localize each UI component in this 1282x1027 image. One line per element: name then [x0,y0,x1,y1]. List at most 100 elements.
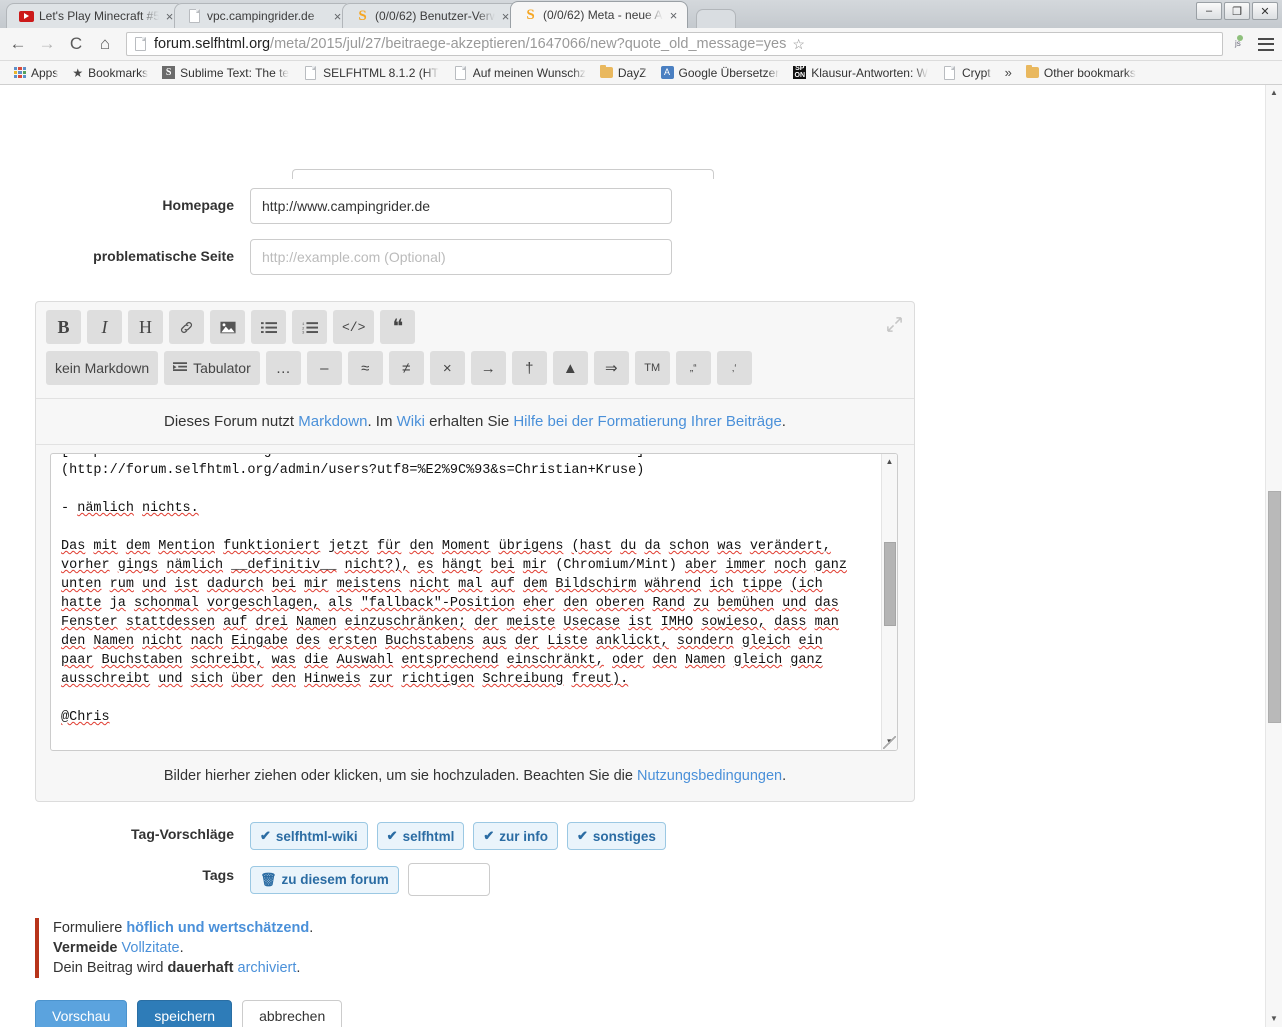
problem-page-input[interactable] [250,239,672,275]
tag-suggestion-sonstiges[interactable]: ✔ sonstiges [567,822,666,850]
times-button[interactable]: × [429,351,465,385]
scroll-up-icon[interactable]: ▲ [882,454,897,470]
bookmark-dayz[interactable]: DayZ [594,64,653,82]
bookmark-other-bookmarks[interactable]: Other bookmarks [1020,64,1142,82]
forward-arrow-icon[interactable]: → [37,34,57,54]
bookmark-google-translate[interactable]: A Google Übersetzer [655,64,786,82]
spellcheck-word: nach [190,634,224,649]
check-icon: ✔ [386,828,398,843]
browser-window: Let's Play Minecraft #50( × vpc.campingr… [0,0,1282,85]
singlequotes-button[interactable]: ‚‘ [716,351,752,385]
spellcheck-word: schreibt, [190,653,264,668]
notice-line3-link[interactable]: archiviert [234,960,297,976]
spellcheck-word: ganz [790,653,823,668]
reload-icon[interactable]: C [66,34,86,54]
tabulator-button[interactable]: Tabulator [164,351,260,385]
tag-suggestion-selfhtml-wiki[interactable]: ✔ selfhtml-wiki [250,822,368,850]
bookmark-crypt[interactable]: Crypt [936,63,997,82]
spellcheck-word: ich [709,577,734,592]
triangle-button[interactable]: ▲ [552,351,588,385]
post-textarea[interactable]: [http://forum.selfhtml.org/admin/users?u… [50,453,898,751]
doublequotes-button[interactable]: „“ [675,351,711,385]
bookmark-selfhtml[interactable]: SELFHTML 8.1.2 (HT [297,63,445,82]
close-icon[interactable]: × [668,8,679,23]
tag-input[interactable] [407,863,490,896]
home-icon[interactable]: ⌂ [95,34,115,54]
post-textarea-content: [http://forum.selfhtml.org/admin/users?u… [61,454,848,725]
code-button[interactable]: </> [333,310,375,344]
upload-note[interactable]: Bilder hierher ziehen oder klicken, um s… [36,751,914,801]
link-icon[interactable] [169,310,204,344]
textarea-scroll-thumb[interactable] [884,542,896,626]
bookmarks-overflow-icon[interactable]: » [999,65,1018,80]
ellipsis-button[interactable]: … [265,351,301,385]
folder-icon [599,65,613,78]
scroll-up-icon[interactable]: ▲ [1266,85,1282,101]
markdown-note: Dieses Forum nutzt Markdown. Im Wiki erh… [36,398,914,445]
browser-menu-icon[interactable] [1258,37,1274,51]
bold-button[interactable]: B [46,310,81,344]
expand-editor-icon[interactable] [884,314,904,334]
bookmark-star-icon[interactable]: ☆ [792,36,805,53]
bookmark-bookmarks[interactable]: ★ Bookmarks [66,64,154,82]
textarea-scrollbar[interactable]: ▲ ▼ [881,454,897,750]
bookmark-sublime[interactable]: S Sublime Text: The te [156,64,295,82]
spellcheck-word: entsprechend [401,653,499,668]
tag-suggestion-selfhtml[interactable]: ✔ selfhtml [376,822,465,850]
textarea-resize-handle[interactable] [883,736,896,749]
spellcheck-word: während [644,577,702,592]
address-bar[interactable]: forum.selfhtml.org/meta/2015/jul/27/beit… [126,32,1223,56]
browser-tab-1[interactable]: vpc.campingrider.de × [174,3,352,28]
maximize-button[interactable]: ❐ [1224,2,1250,20]
notice-line2-link[interactable]: Vollzitate [118,940,180,956]
browser-tab-2[interactable]: S (0/0/62) Benutzer-Verwa × [342,3,520,28]
wiki-link[interactable]: Wiki [397,413,425,430]
terms-link[interactable]: Nutzungsbedingungen [637,768,782,784]
notice-line1-link[interactable]: höflich und wertschätzend [126,920,309,936]
quote-button[interactable]: ❝ [380,310,416,344]
homepage-input[interactable] [250,188,672,224]
page-scroll-thumb[interactable] [1268,491,1281,723]
spellcheck-word: tippe [741,577,783,592]
approx-button[interactable]: ≈ [347,351,383,385]
notequal-button[interactable]: ≠ [388,351,424,385]
bookmark-apps[interactable]: Apps [8,64,64,82]
tag-suggestion-zur-info[interactable]: ✔ zur info [473,822,558,850]
cancel-button[interactable]: abbrechen [242,1000,343,1027]
browser-tab-0[interactable]: Let's Play Minecraft #50( × [6,3,184,28]
trademark-button[interactable]: TM [634,351,670,385]
scroll-down-icon[interactable]: ▼ [1266,1011,1282,1027]
save-button[interactable]: speichern [137,1000,233,1027]
spellcheck-word: als [328,596,353,611]
spellcheck-word: mit [93,539,118,554]
preview-button[interactable]: Vorschau [35,1000,128,1027]
notice-line1-suffix: . [309,920,314,936]
heading-button[interactable]: H [128,310,163,344]
browser-tab-3-active[interactable]: S (0/0/62) Meta - neue Ant × [510,1,688,28]
assigned-tag-zu-diesem-forum[interactable]: 🗑 zu diesem forum [250,865,399,894]
back-arrow-icon[interactable]: ← [8,34,28,54]
rightarrow-button[interactable]: → [470,351,506,385]
bookmark-wunschzettel[interactable]: Auf meinen Wunschz [447,63,592,82]
image-icon[interactable] [210,310,245,344]
unordered-list-icon[interactable] [251,310,286,344]
page-scrollbar[interactable]: ▲ ▼ [1265,85,1282,1027]
no-markdown-button[interactable]: kein Markdown [46,351,159,385]
close-window-button[interactable]: ✕ [1252,2,1278,20]
italic-button[interactable]: I [87,310,122,344]
endash-button[interactable]: – [306,351,342,385]
formatting-help-link[interactable]: Hilfe bei der Formatierung Ihrer Beiträg… [513,413,781,430]
dagger-button[interactable]: † [511,351,547,385]
ordered-list-icon[interactable]: 1 2 3 [292,310,327,344]
spellcheck-word: bemühen [717,596,775,611]
extension-icon[interactable] [1232,34,1249,53]
spellcheck-word: ausschreibt [61,672,151,687]
bookmark-klausur[interactable]: SP ON Klausur-Antworten: W [787,64,934,82]
new-tab-button[interactable] [696,9,736,28]
spellcheck-word: den [61,634,86,649]
doublearrow-button[interactable]: ⇒ [593,351,629,385]
spellcheck-word: oder [612,653,645,668]
tab-title: (0/0/62) Meta - neue Ant [543,8,663,22]
markdown-link[interactable]: Markdown [298,413,367,430]
minimize-button[interactable]: – [1196,2,1222,20]
